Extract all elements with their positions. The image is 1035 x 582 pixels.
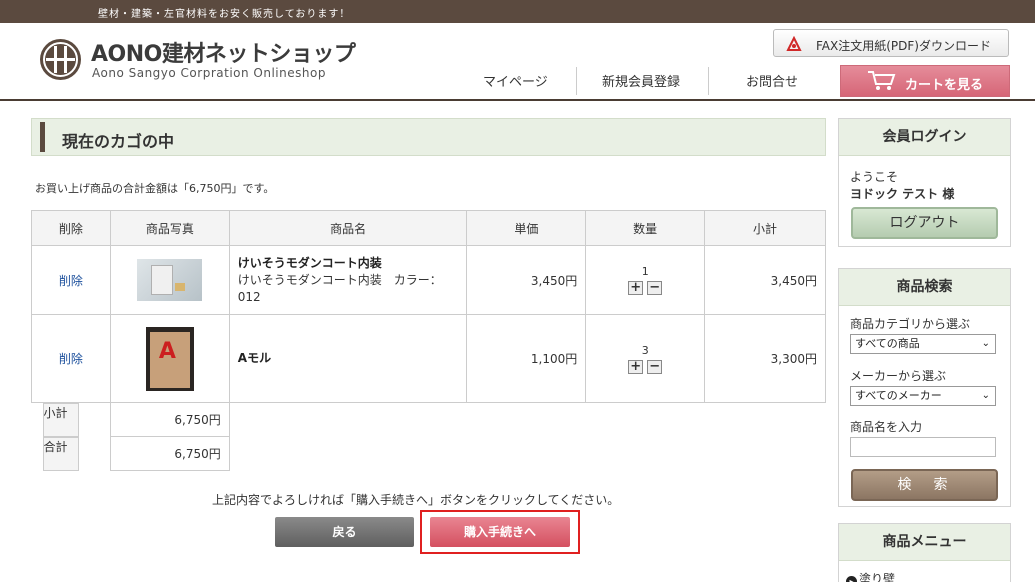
- product-detail: けいそうモダンコート内装 カラー：012: [237, 272, 442, 304]
- table-row: 削除 A Aモル 1,100円 3 + − 3,300円: [31, 314, 826, 403]
- view-cart-button[interactable]: カートを見る: [840, 65, 1010, 97]
- page-title: 現在のカゴの中: [62, 132, 175, 151]
- logo-subtitle: Aono Sangyo Corpration Onlineshop: [92, 66, 326, 80]
- unit-price: 1,100円: [466, 314, 587, 403]
- quantity-increase-button[interactable]: +: [628, 281, 644, 295]
- column-header-subtotal: 小計: [704, 210, 826, 246]
- view-cart-label: カートを見る: [905, 78, 984, 93]
- login-panel-title: 会員ログイン: [839, 119, 1010, 156]
- total-row: 合計 6,750円: [32, 436, 826, 471]
- quantity-value: 1: [641, 265, 649, 278]
- maker-label: メーカーから選ぶ: [850, 369, 947, 383]
- product-name-cell: けいそうモダンコート内装 けいそうモダンコート内装 カラー：012: [228, 245, 468, 315]
- fax-download-button[interactable]: FAX注文用紙(PDF)ダウンロード: [773, 29, 1009, 57]
- quantity-increase-button[interactable]: +: [628, 359, 644, 374]
- subtotal-row: 小計 6,750円: [32, 402, 826, 437]
- top-bar-text: 壁材・建築・左官材料をお安く販売しております！: [98, 9, 351, 20]
- category-select[interactable]: すべての商品 ⌄: [850, 334, 996, 354]
- user-name: ヨドック テスト 様: [850, 187, 955, 201]
- product-image[interactable]: A: [145, 326, 194, 391]
- column-header-quantity: 数量: [585, 210, 706, 246]
- pdf-icon: [786, 35, 803, 52]
- quantity-value: 3: [641, 343, 649, 357]
- logo-title[interactable]: AONO建材ネットショップ: [91, 36, 356, 68]
- welcome-text: ようこそ: [850, 170, 899, 184]
- total-message: お買い上げ商品の合計金額は「6,750円」です。: [35, 182, 275, 195]
- product-name-cell: Aモル: [228, 314, 468, 403]
- checkout-button[interactable]: 購入手続きへ: [430, 517, 570, 547]
- chevron-down-icon: ⌄: [981, 338, 990, 349]
- column-header-delete: 削除: [31, 210, 111, 246]
- maker-select[interactable]: すべてのメーカー ⌄: [850, 386, 996, 406]
- quantity-decrease-button[interactable]: −: [647, 281, 663, 295]
- total-label: 合計: [42, 436, 79, 471]
- product-name: Aモル: [237, 351, 272, 365]
- header: AONO建材ネットショップ Aono Sangyo Corpration Onl…: [0, 23, 1035, 101]
- column-header-name: 商品名: [228, 210, 468, 246]
- category-select-value: すべての商品: [855, 337, 920, 350]
- table-header-row: 削除 商品写真 商品名 単価 数量 小計: [31, 210, 826, 246]
- search-button[interactable]: 検 索: [851, 469, 998, 501]
- column-header-price: 単価: [466, 210, 587, 246]
- chevron-right-icon: ▸: [846, 576, 857, 582]
- top-bar: 壁材・建築・左官材料をお安く販売しております！: [0, 0, 1035, 23]
- nav-contact[interactable]: お問合せ: [746, 71, 798, 90]
- logout-button[interactable]: ログアウト: [851, 207, 998, 239]
- column-header-image: 商品写真: [109, 210, 230, 246]
- line-subtotal: 3,300円: [704, 314, 826, 403]
- delete-link[interactable]: 削除: [31, 245, 111, 315]
- menu-item-label: 塗り壁: [859, 572, 896, 582]
- login-panel: 会員ログイン ようこそ ヨドック テスト 様 ログアウト: [838, 118, 1011, 247]
- cart-table: 削除 商品写真 商品名 単価 数量 小計 削除 けいそうモダンコート内装 けいそ…: [31, 210, 826, 471]
- confirm-message: 上記内容でよろしければ「購入手続きへ」ボタンをクリックしてください。: [212, 493, 620, 507]
- logo-icon[interactable]: [40, 39, 81, 80]
- quantity-cell: 3 + −: [585, 314, 706, 403]
- cart-section-header: 現在のカゴの中: [31, 118, 826, 156]
- subtotal-value: 6,750円: [109, 402, 230, 437]
- nav-register[interactable]: 新規会員登録: [602, 71, 680, 90]
- line-subtotal: 3,450円: [704, 245, 826, 315]
- search-panel: 商品検索 商品カテゴリから選ぶ すべての商品 ⌄ メーカーから選ぶ すべてのメー…: [838, 268, 1011, 507]
- product-name: けいそうモダンコート内装: [237, 255, 382, 270]
- product-menu-panel: 商品メニュー ▸ 塗り壁: [838, 523, 1011, 582]
- table-row: 削除 けいそうモダンコート内装 けいそうモダンコート内装 カラー：012 3,4…: [31, 245, 826, 315]
- chevron-down-icon: ⌄: [981, 390, 990, 401]
- total-value: 6,750円: [109, 436, 230, 471]
- maker-select-value: すべてのメーカー: [855, 389, 942, 402]
- category-label: 商品カテゴリから選ぶ: [850, 317, 971, 331]
- nav-divider: [708, 67, 709, 95]
- menu-item[interactable]: ▸ 塗り壁: [846, 570, 895, 582]
- nav-divider: [576, 67, 577, 95]
- product-name-input[interactable]: [850, 437, 996, 457]
- product-image-cell: [109, 245, 230, 315]
- delete-link[interactable]: 削除: [31, 314, 111, 403]
- fax-download-label: FAX注文用紙(PDF)ダウンロード: [816, 39, 991, 53]
- subtotal-label: 小計: [42, 403, 79, 437]
- product-name-label: 商品名を入力: [850, 420, 923, 434]
- search-panel-title: 商品検索: [839, 269, 1010, 306]
- back-button[interactable]: 戻る: [275, 517, 414, 547]
- cart-icon: [867, 70, 897, 92]
- unit-price: 3,450円: [466, 245, 587, 315]
- product-menu-title: 商品メニュー: [839, 524, 1010, 561]
- product-image[interactable]: [137, 259, 203, 301]
- product-image-cell: A: [109, 314, 230, 403]
- section-accent-bar: [40, 122, 45, 152]
- quantity-cell: 1 + −: [585, 245, 706, 315]
- quantity-decrease-button[interactable]: −: [647, 359, 663, 374]
- nav-mypage[interactable]: マイページ: [483, 71, 548, 90]
